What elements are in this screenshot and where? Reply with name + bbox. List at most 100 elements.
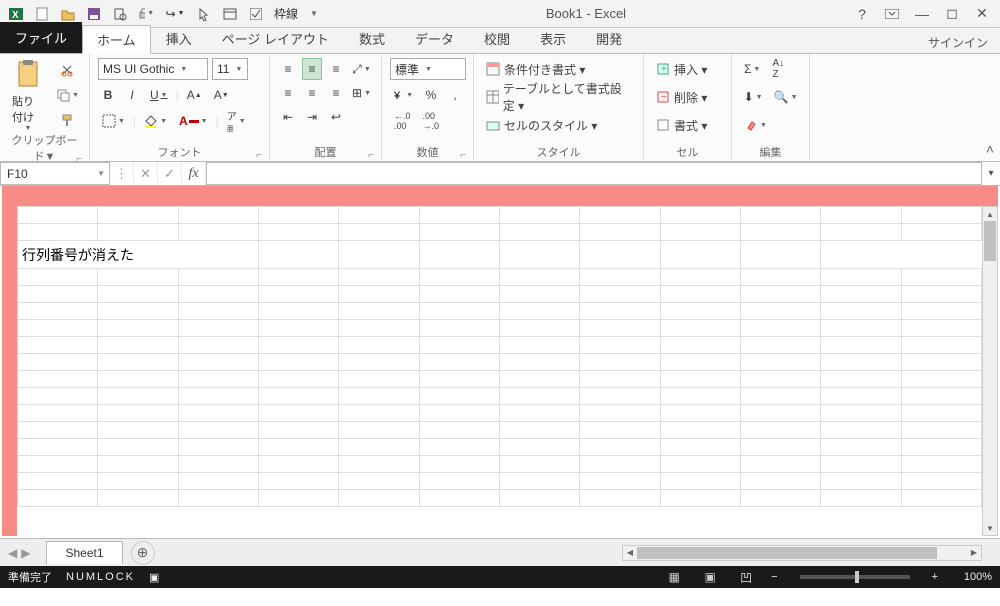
increase-indent-button[interactable]: ⇥: [302, 106, 322, 128]
insert-cells-button[interactable]: +挿入 ▾: [652, 58, 723, 80]
cell-content[interactable]: 行列番号が消えた: [18, 241, 259, 269]
tab-formulas[interactable]: 数式: [344, 24, 400, 53]
copy-button[interactable]: [52, 84, 83, 106]
format-painter-button[interactable]: [52, 109, 83, 131]
clear-button[interactable]: [740, 114, 771, 136]
signin-link[interactable]: サインイン: [922, 28, 994, 57]
tab-insert[interactable]: 挿入: [151, 24, 207, 53]
insert-function-button[interactable]: fx: [182, 162, 206, 185]
find-button[interactable]: 🔍: [770, 86, 801, 108]
format-cells-button[interactable]: 書式 ▾: [652, 114, 723, 136]
vertical-scrollbar[interactable]: ▲ ▼: [982, 206, 998, 536]
zoom-level[interactable]: 100%: [952, 571, 992, 583]
format-as-table-button[interactable]: テーブルとして書式設定 ▾: [482, 86, 635, 108]
phonetic-button[interactable]: ア亜: [223, 110, 250, 132]
scroll-right-icon[interactable]: ▶: [967, 546, 981, 560]
borders-button[interactable]: [98, 110, 129, 132]
autosum-button[interactable]: Σ: [740, 58, 764, 80]
paste-button[interactable]: 貼り付け ▼: [8, 57, 48, 134]
font-name-select[interactable]: MS UI Gothic: [98, 58, 208, 80]
checkbox-icon[interactable]: [244, 3, 268, 25]
tab-developer[interactable]: 開発: [581, 24, 637, 53]
tab-view[interactable]: 表示: [525, 24, 581, 53]
ribbon-options-icon[interactable]: [878, 3, 906, 25]
font-launcher-icon[interactable]: ⌐: [253, 150, 265, 162]
font-color-button[interactable]: A: [175, 110, 212, 132]
wrap-text-button[interactable]: ↩: [326, 106, 346, 128]
minimize-icon[interactable]: —: [908, 3, 936, 25]
borders-label[interactable]: 枠線: [270, 5, 302, 22]
merge-button[interactable]: ⊞: [350, 82, 373, 104]
number-format-select[interactable]: 標準: [390, 58, 466, 80]
align-right-button[interactable]: ≡: [326, 82, 346, 104]
align-bottom-button[interactable]: ≡: [326, 58, 346, 80]
scroll-down-icon[interactable]: ▼: [983, 521, 997, 535]
zoom-in-button[interactable]: +: [932, 571, 938, 583]
comma-button[interactable]: ,: [445, 84, 465, 106]
tab-file[interactable]: ファイル: [0, 22, 82, 53]
maximize-icon[interactable]: ◻: [938, 3, 966, 25]
align-left-button[interactable]: ≡: [278, 82, 298, 104]
cell-styles-button[interactable]: セルのスタイル ▾: [482, 114, 635, 136]
delete-cells-button[interactable]: −削除 ▾: [652, 86, 723, 108]
print-preview-icon[interactable]: [108, 3, 132, 25]
conditional-format-button[interactable]: 条件付き書式 ▾: [482, 58, 635, 80]
grow-font-button[interactable]: A▲: [183, 84, 206, 106]
orientation-button[interactable]: ⤢: [350, 58, 373, 80]
expand-formula-bar-icon[interactable]: ▾: [982, 162, 1000, 185]
fill-color-button[interactable]: [140, 110, 171, 132]
underline-button[interactable]: U: [146, 84, 172, 106]
tab-data[interactable]: データ: [400, 24, 469, 53]
number-launcher-icon[interactable]: ⌐: [457, 150, 469, 162]
hscroll-thumb[interactable]: [637, 547, 937, 559]
vscroll-thumb[interactable]: [984, 221, 996, 261]
close-icon[interactable]: ✕: [968, 3, 996, 25]
scroll-up-icon[interactable]: ▲: [983, 207, 997, 221]
increase-decimal-button[interactable]: ←.0.00: [390, 110, 415, 132]
pointer-icon[interactable]: [192, 3, 216, 25]
sheet-next-icon[interactable]: ▶: [21, 546, 30, 560]
scroll-left-icon[interactable]: ◀: [623, 546, 637, 560]
zoom-thumb[interactable]: [855, 571, 859, 583]
tab-home[interactable]: ホーム: [82, 25, 151, 54]
align-middle-button[interactable]: ≡: [302, 58, 322, 80]
cancel-formula-button[interactable]: ✕: [134, 162, 158, 185]
fill-button[interactable]: ⬇: [740, 86, 766, 108]
name-box[interactable]: F10: [0, 162, 110, 185]
cut-button[interactable]: [52, 59, 83, 81]
quick-print-icon[interactable]: [134, 3, 158, 25]
zoom-slider[interactable]: [800, 575, 910, 579]
sheet-prev-icon[interactable]: ◀: [8, 546, 17, 560]
save-icon[interactable]: [82, 3, 106, 25]
cell-grid[interactable]: 行列番号が消えた: [17, 206, 982, 536]
tab-review[interactable]: 校閲: [469, 24, 525, 53]
add-sheet-button[interactable]: ⊕: [131, 541, 155, 565]
horizontal-scrollbar[interactable]: ◀ ▶: [622, 545, 982, 561]
page-layout-view-button[interactable]: ▣: [699, 568, 721, 586]
shrink-font-button[interactable]: A▼: [210, 84, 233, 106]
enter-formula-button[interactable]: ✓: [158, 162, 182, 185]
decrease-indent-button[interactable]: ⇤: [278, 106, 298, 128]
alignment-launcher-icon[interactable]: ⌐: [365, 150, 377, 162]
decrease-decimal-button[interactable]: .00→.0: [419, 110, 444, 132]
help-icon[interactable]: ?: [848, 3, 876, 25]
form-icon[interactable]: [218, 3, 242, 25]
qat-dropdown-icon[interactable]: ▼: [304, 9, 324, 18]
page-break-view-button[interactable]: 凹: [735, 568, 757, 586]
align-center-button[interactable]: ≡: [302, 82, 322, 104]
percent-button[interactable]: %: [421, 84, 441, 106]
normal-view-button[interactable]: ▦: [663, 568, 685, 586]
zoom-out-button[interactable]: −: [771, 571, 777, 583]
collapse-ribbon-icon[interactable]: ˄: [980, 54, 1000, 161]
macro-record-icon[interactable]: ▣: [149, 571, 159, 584]
formula-input[interactable]: [206, 162, 982, 185]
font-size-select[interactable]: 11: [212, 58, 248, 80]
sheet-tab-1[interactable]: Sheet1: [46, 541, 122, 564]
sort-filter-button[interactable]: A↓Z: [768, 58, 788, 80]
italic-button[interactable]: I: [122, 84, 142, 106]
redo-icon[interactable]: ↪▼: [160, 3, 190, 25]
align-top-button[interactable]: ≡: [278, 58, 298, 80]
currency-button[interactable]: ¥: [390, 84, 417, 106]
bold-button[interactable]: B: [98, 84, 118, 106]
tab-pagelayout[interactable]: ページ レイアウト: [207, 24, 344, 53]
